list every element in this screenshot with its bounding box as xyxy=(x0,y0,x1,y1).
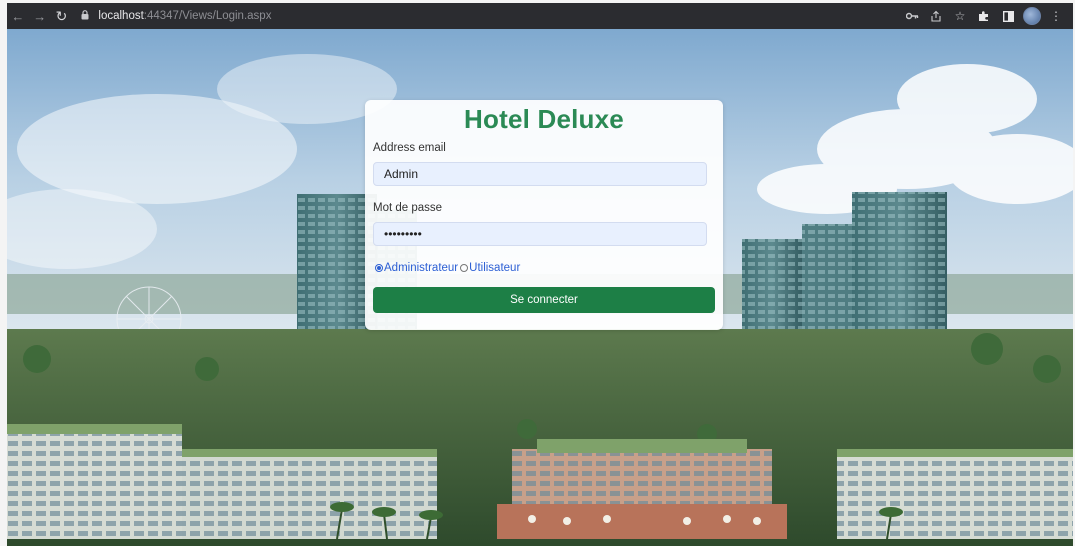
browser-toolbar: ← → ↻ localhost:44347/Views/Login.aspx ☆… xyxy=(7,3,1073,29)
url-host: localhost xyxy=(98,10,144,22)
email-label: Address email xyxy=(373,142,446,154)
share-icon[interactable] xyxy=(925,5,947,27)
more-icon[interactable]: ⋮ xyxy=(1045,5,1067,27)
login-form: Hotel Deluxe Address email Mot de passe … xyxy=(365,100,723,330)
key-icon[interactable] xyxy=(901,5,923,27)
sidebar-icon[interactable] xyxy=(997,5,1019,27)
role-label-admin[interactable]: Administrateur xyxy=(384,262,458,274)
role-radio-user[interactable] xyxy=(460,264,469,272)
page-title: Hotel Deluxe xyxy=(464,104,624,134)
extensions-icon[interactable] xyxy=(973,5,995,27)
reload-icon[interactable]: ↻ xyxy=(51,5,73,27)
email-field[interactable] xyxy=(373,162,707,186)
address-bar[interactable]: localhost:44347/Views/Login.aspx xyxy=(78,6,901,26)
login-button[interactable]: Se connecter xyxy=(373,287,715,313)
password-label: Mot de passe xyxy=(373,202,443,214)
lock-icon[interactable] xyxy=(78,10,92,22)
role-label-user[interactable]: Utilisateur xyxy=(469,262,520,274)
role-radio-group: Administrateur Utilisateur xyxy=(375,262,522,274)
password-field[interactable] xyxy=(373,222,707,246)
role-radio-admin[interactable] xyxy=(375,264,383,272)
forward-icon[interactable]: → xyxy=(29,5,51,27)
back-icon[interactable]: ← xyxy=(7,5,29,27)
star-icon[interactable]: ☆ xyxy=(949,5,971,27)
profile-avatar[interactable] xyxy=(1021,5,1043,27)
url-path: :44347/Views/Login.aspx xyxy=(143,10,272,22)
